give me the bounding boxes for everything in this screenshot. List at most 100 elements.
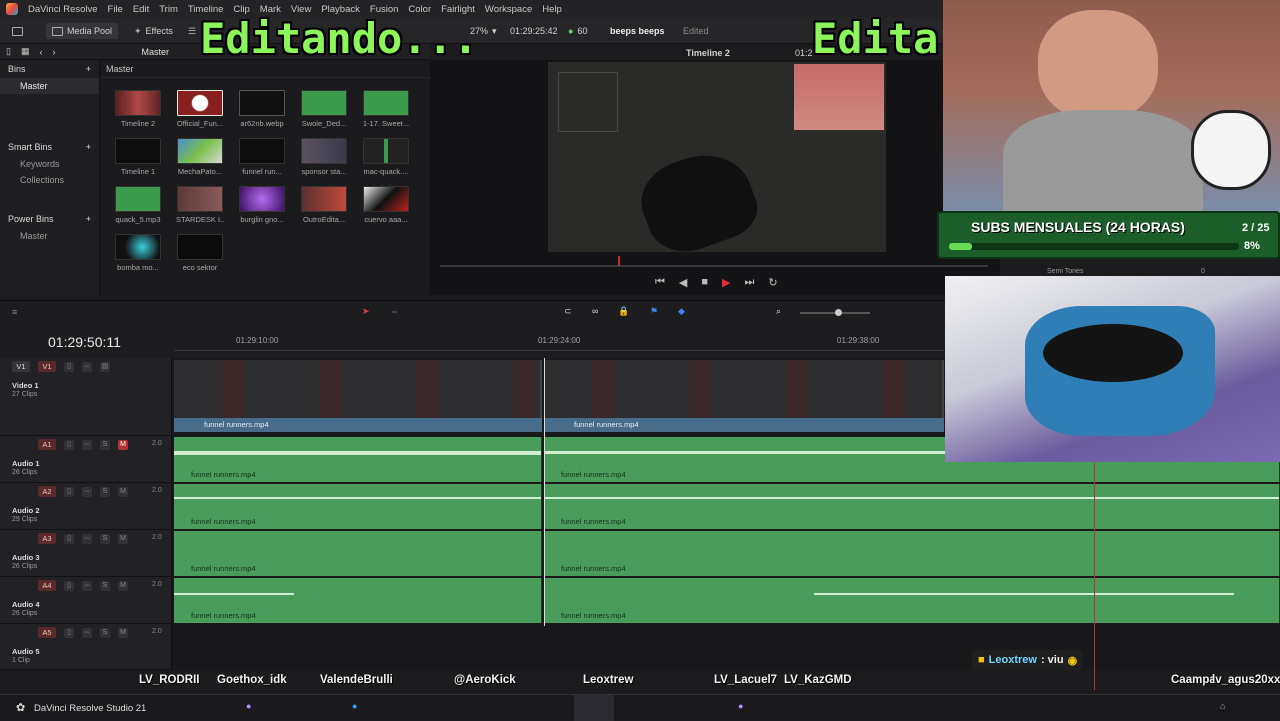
- audio-clip[interactable]: funnel runners.mp4: [174, 437, 542, 482]
- timeline-viewer[interactable]: ⏮ ◀ ■ ▶ ⏭ ↻: [430, 60, 1000, 295]
- track-target[interactable]: V1: [38, 361, 56, 372]
- audio-clip[interactable]: funnel runners.mp4: [544, 531, 1280, 576]
- lock-icon[interactable]: 🔒: [618, 306, 629, 317]
- menu-timeline[interactable]: Timeline: [188, 4, 224, 15]
- skip-end-icon[interactable]: ⏭: [745, 276, 755, 289]
- audio-clip[interactable]: funnel runners.mp4: [544, 484, 1280, 529]
- track-header-a2[interactable]: A2 ▯ ⇔ S M 2.0 Audio 2 29 Clips: [0, 483, 172, 530]
- clip-thumb[interactable]: OutroEdita...: [300, 186, 348, 224]
- audio-clip[interactable]: funnel runners.mp4: [174, 531, 542, 576]
- power-bin-master[interactable]: Master: [0, 228, 99, 244]
- clip-thumb[interactable]: ar62nb.webp: [238, 90, 286, 128]
- menu-fairlight[interactable]: Fairlight: [441, 4, 475, 15]
- zoom-slider-knob[interactable]: [835, 309, 842, 316]
- loop-icon[interactable]: ↻: [768, 276, 777, 289]
- mute-button[interactable]: M: [118, 581, 128, 591]
- scrub-playhead[interactable]: [618, 256, 620, 266]
- lock-track-icon[interactable]: ▯: [64, 362, 74, 372]
- taskbar-active-app[interactable]: [574, 695, 614, 721]
- menu-file[interactable]: File: [108, 4, 123, 15]
- bin-master[interactable]: Master: [0, 78, 99, 94]
- clip-thumb[interactable]: funnel run...: [238, 138, 286, 176]
- breadcrumb-master[interactable]: Master: [141, 47, 169, 57]
- clip-thumb[interactable]: Swole_Ded...: [300, 90, 348, 128]
- track-tag[interactable]: A3: [38, 533, 56, 544]
- track-header-a4[interactable]: A4 ▯ ⇔ S M 2.0 Audio 4 26 Clips: [0, 577, 172, 624]
- clip-thumb[interactable]: MechaPato...: [176, 138, 224, 176]
- skip-start-icon[interactable]: ⏮: [655, 276, 665, 289]
- mute-button[interactable]: M: [118, 628, 128, 638]
- scrub-bar[interactable]: [440, 265, 988, 267]
- lock-track-icon[interactable]: ▯: [64, 581, 74, 591]
- grid-view-icon[interactable]: ▦: [21, 46, 30, 57]
- taskbar-app-icon[interactable]: ●: [246, 701, 251, 711]
- smart-bin-collections[interactable]: Collections: [0, 172, 99, 188]
- menu-mark[interactable]: Mark: [260, 4, 281, 15]
- solo-button[interactable]: S: [100, 628, 110, 638]
- audio-clip[interactable]: funnel runners.mp4: [174, 578, 542, 623]
- video-clip-label[interactable]: funnel runners.mp4: [174, 418, 542, 432]
- clip-thumb[interactable]: sponsor sta...: [300, 138, 348, 176]
- panel-toggle-icon[interactable]: [12, 23, 23, 39]
- track-header-a5[interactable]: A5 ▯ ⇔ S M 2.0 Audio 5 1 Clip: [0, 624, 172, 670]
- mute-button[interactable]: M: [118, 487, 128, 497]
- edit-index-icon[interactable]: ☰: [188, 23, 196, 39]
- mute-button[interactable]: M: [118, 440, 128, 450]
- solo-button[interactable]: S: [100, 487, 110, 497]
- playhead[interactable]: [1094, 462, 1095, 690]
- resolve-taskbar-icon[interactable]: ✿: [16, 701, 25, 714]
- marker-icon[interactable]: ◆: [678, 306, 685, 317]
- add-bin-icon[interactable]: +: [86, 64, 91, 74]
- smart-bin-keywords[interactable]: Keywords: [0, 156, 99, 172]
- clip-thumb[interactable]: burglin gno...: [238, 186, 286, 224]
- solo-button[interactable]: S: [100, 581, 110, 591]
- selection-tool-icon[interactable]: ➤: [362, 306, 370, 317]
- taskbar-app-icon[interactable]: ●: [738, 701, 743, 711]
- clip-thumb[interactable]: quack_5.mp3: [114, 186, 162, 224]
- link-icon[interactable]: ∞: [592, 306, 598, 316]
- lock-track-icon[interactable]: ▯: [64, 440, 74, 450]
- add-smart-bin-icon[interactable]: +: [86, 142, 91, 152]
- video-clip[interactable]: [174, 360, 542, 418]
- audio-clip[interactable]: funnel runners.mp4: [174, 484, 542, 529]
- clip-thumb[interactable]: Official_Fun...: [176, 90, 224, 128]
- track-tag[interactable]: A2: [38, 486, 56, 497]
- track-header-a1[interactable]: A1 ▯ ⇔ S M 2.0 Audio 1 26 Clips: [0, 436, 172, 483]
- auto-select-icon[interactable]: ⇔: [82, 534, 92, 544]
- play-icon[interactable]: ▶: [722, 276, 730, 289]
- step-back-icon[interactable]: ◀: [679, 276, 687, 289]
- menu-trim[interactable]: Trim: [159, 4, 178, 15]
- menu-view[interactable]: View: [291, 4, 311, 15]
- menu-clip[interactable]: Clip: [233, 4, 249, 15]
- taskbar-app-title[interactable]: DaVinci Resolve Studio 21: [34, 703, 146, 714]
- solo-button[interactable]: S: [100, 534, 110, 544]
- track-header-v1[interactable]: V1 V1 ▯ ⇔ ▤ Video 1 27 Clips: [0, 358, 172, 436]
- lock-track-icon[interactable]: ▯: [64, 487, 74, 497]
- zoom-icon[interactable]: ⌕: [776, 306, 781, 317]
- video-clip[interactable]: [544, 360, 944, 418]
- audio-clip[interactable]: funnel runners.mp4: [544, 578, 1280, 623]
- clip-thumb[interactable]: 1-17. Sweet...: [362, 90, 410, 128]
- solo-button[interactable]: S: [100, 440, 110, 450]
- track-tag[interactable]: A4: [38, 580, 56, 591]
- clip-thumb[interactable]: Timeline 2: [114, 90, 162, 128]
- ruler-line[interactable]: [174, 350, 944, 351]
- taskbar-app-icon[interactable]: ●: [352, 701, 357, 711]
- clip-thumb[interactable]: STARDESK I...: [176, 186, 224, 224]
- snapping-icon[interactable]: ⊂: [564, 306, 572, 317]
- lock-track-icon[interactable]: ▯: [64, 628, 74, 638]
- flag-icon[interactable]: ⚑: [650, 306, 658, 317]
- layout-icon[interactable]: ≡: [12, 307, 17, 317]
- menu-workspace[interactable]: Workspace: [485, 4, 532, 15]
- forward-arrow-icon[interactable]: ›: [52, 47, 55, 57]
- menu-help[interactable]: Help: [542, 4, 562, 15]
- clip-thumb[interactable]: Timeline 1: [114, 138, 162, 176]
- disable-video-icon[interactable]: ▤: [100, 362, 110, 372]
- stop-icon[interactable]: ■: [701, 276, 708, 289]
- trim-tool-icon[interactable]: ⇔: [390, 306, 399, 316]
- lock-track-icon[interactable]: ▯: [64, 534, 74, 544]
- mute-button[interactable]: M: [118, 534, 128, 544]
- back-arrow-icon[interactable]: ‹: [39, 47, 42, 57]
- media-pool-button[interactable]: Media Pool: [46, 23, 119, 39]
- auto-select-icon[interactable]: ⇔: [82, 581, 92, 591]
